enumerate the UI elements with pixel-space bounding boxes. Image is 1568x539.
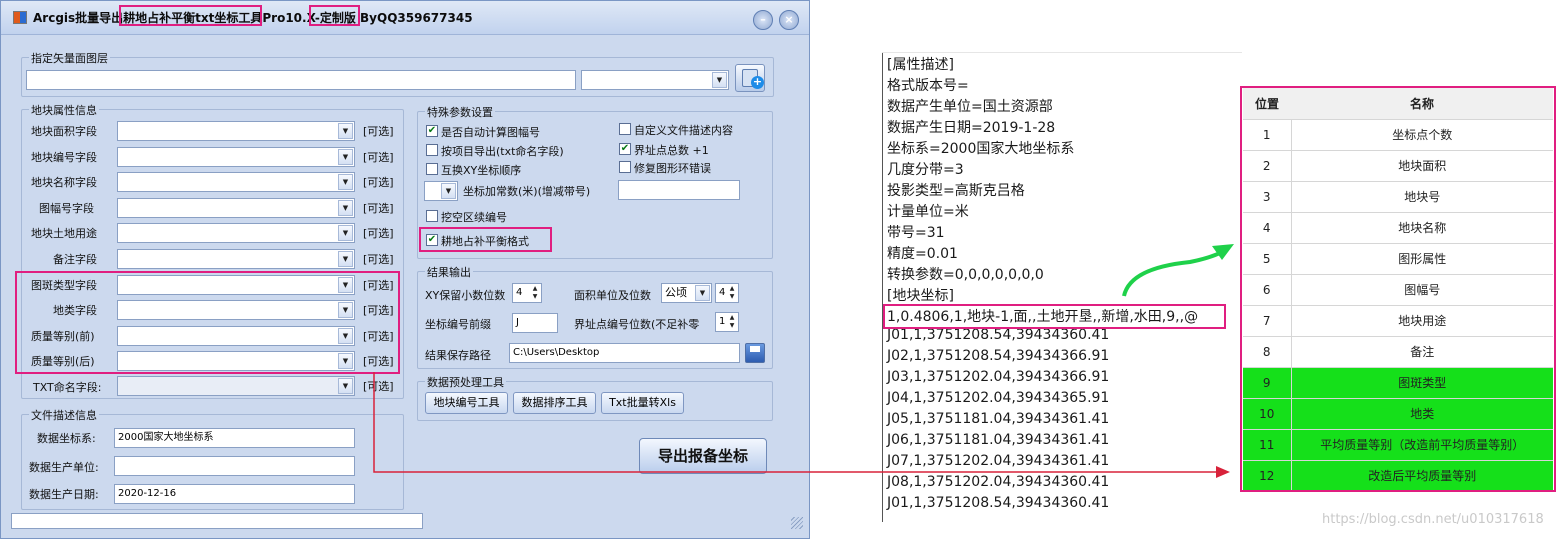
green-arrow-head (1212, 244, 1234, 260)
red-arrow-head (1216, 466, 1230, 478)
red-arrow-line (373, 372, 1222, 473)
watermark: https://blog.csdn.net/u010317618 (1322, 512, 1544, 527)
annotation-arrows (373, 244, 1234, 478)
green-arrow-line (1122, 250, 1223, 297)
